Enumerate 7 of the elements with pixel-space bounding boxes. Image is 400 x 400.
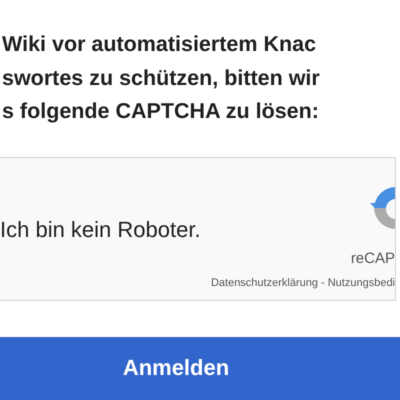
instruction-line: Wiki vor automatisiertem Knac: [2, 31, 318, 58]
captcha-brand: reCAP: [350, 250, 395, 266]
instruction-line: swortes zu schützen, bitten wir: [2, 64, 321, 92]
captcha-label: Ich bin kein Roboter.: [0, 216, 201, 243]
login-button[interactable]: Anmelden: [0, 336, 400, 400]
instruction-line: s folgende CAPTCHA zu lösen:: [2, 98, 320, 125]
captcha-links: Datenschutzerklärung - Nutzungsbedi: [210, 276, 395, 288]
